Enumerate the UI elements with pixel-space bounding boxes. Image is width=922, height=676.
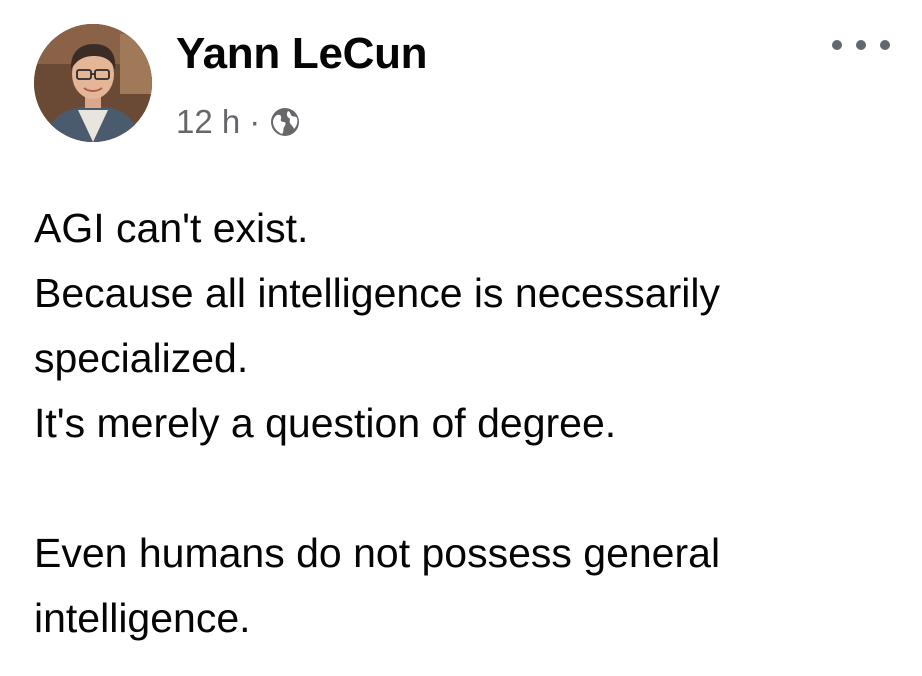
meta-separator: · bbox=[249, 103, 261, 140]
post-text-line: specialized. bbox=[34, 335, 249, 381]
post-text-line: AGI can't exist. bbox=[34, 205, 309, 251]
avatar-photo bbox=[34, 24, 152, 142]
post-timestamp[interactable]: 12 h bbox=[176, 100, 240, 144]
post-text: AGI can't exist. Because all intelligenc… bbox=[34, 196, 914, 651]
author-avatar[interactable] bbox=[34, 24, 152, 142]
post-text-line: Because all intelligence is necessarily bbox=[34, 270, 720, 316]
more-dot bbox=[832, 40, 842, 50]
more-dot bbox=[880, 40, 890, 50]
facebook-post: Yann LeCun 12 h · AGI can't exist. Becau… bbox=[0, 0, 922, 676]
globe-icon[interactable] bbox=[269, 106, 301, 138]
more-options-icon[interactable] bbox=[832, 30, 890, 60]
more-dot bbox=[856, 40, 866, 50]
post-meta: 12 h · bbox=[176, 100, 301, 144]
post-text-blank-line bbox=[34, 456, 914, 521]
author-name[interactable]: Yann LeCun bbox=[176, 28, 428, 80]
post-text-line: Even humans do not possess general bbox=[34, 530, 721, 576]
post-text-line: intelligence. bbox=[34, 595, 251, 641]
post-text-line: It's merely a question of degree. bbox=[34, 400, 617, 446]
